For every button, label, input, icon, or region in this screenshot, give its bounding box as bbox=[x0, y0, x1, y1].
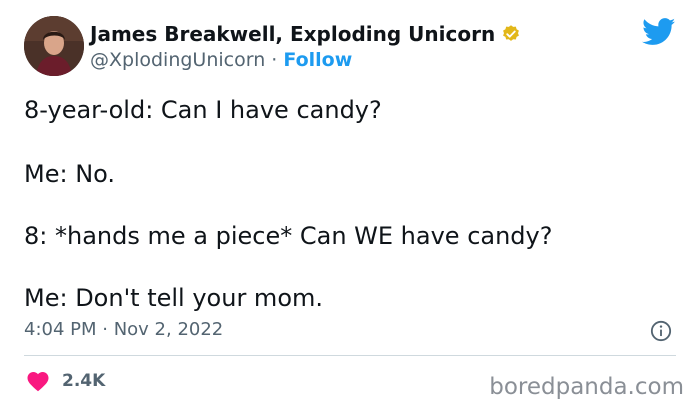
author-handle[interactable]: @XplodingUnicorn bbox=[90, 49, 265, 71]
like-count: 2.4K bbox=[62, 371, 106, 391]
tweet-line: 8-year-old: Can I have candy? bbox=[24, 96, 382, 124]
watermark: boredpanda.com bbox=[489, 374, 684, 400]
follow-link[interactable]: Follow bbox=[283, 49, 352, 71]
author-name-row: James Breakwell, Exploding Unicorn bbox=[90, 22, 521, 46]
author-name[interactable]: James Breakwell, Exploding Unicorn bbox=[90, 22, 495, 46]
author-handle-row: @XplodingUnicorn · Follow bbox=[90, 49, 352, 71]
handle-separator: · bbox=[265, 49, 284, 71]
divider bbox=[24, 355, 676, 356]
tweet-line: Me: No. bbox=[24, 160, 116, 188]
avatar[interactable] bbox=[24, 16, 84, 76]
verified-badge-icon bbox=[503, 25, 520, 41]
tweet-card: James Breakwell, Exploding Unicorn @Xplo… bbox=[0, 0, 700, 410]
info-icon[interactable] bbox=[650, 320, 672, 342]
tweet-timestamp[interactable]: 4:04 PM · Nov 2, 2022 bbox=[24, 319, 223, 340]
avatar-image bbox=[24, 16, 84, 76]
heart-icon bbox=[27, 372, 49, 392]
tweet-line: 8: *hands me a piece* Can WE have candy? bbox=[24, 222, 553, 250]
twitter-bird-icon[interactable] bbox=[642, 18, 676, 46]
tweet-line: Me: Don't tell your mom. bbox=[24, 284, 324, 312]
like-button[interactable]: 2.4K bbox=[26, 370, 105, 392]
